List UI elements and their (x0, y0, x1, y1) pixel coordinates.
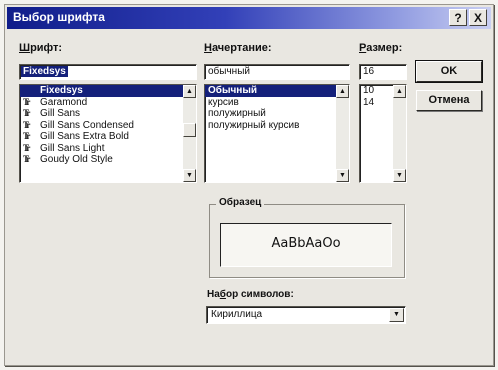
list-item-label: Garamond (40, 96, 88, 108)
title-bar[interactable]: Выбор шрифта ? X (7, 7, 491, 29)
font-dialog: Выбор шрифта ? X Шрифт: Начертание: Разм… (4, 4, 494, 366)
scroll-up-icon[interactable]: ▲ (183, 85, 196, 98)
truetype-icon: Tr (23, 142, 30, 153)
list-item[interactable]: Обычный (205, 85, 349, 97)
sample-text: AaBbAaOo (271, 236, 341, 251)
font-name-field[interactable]: Fixedsys (19, 64, 197, 80)
list-item[interactable]: Tr Gill Sans Extra Bold (20, 131, 196, 143)
font-label: Шрифт: (19, 42, 63, 54)
style-list[interactable]: Обычный курсив полужирный полужирный курсив… (204, 84, 350, 183)
font-list-scrollbar[interactable]: ▲ ▼ (183, 85, 196, 182)
scroll-down-icon[interactable]: ▼ (393, 169, 406, 182)
size-list-scrollbar[interactable]: ▲ ▼ (393, 85, 406, 182)
style-field[interactable]: обычный (204, 64, 350, 80)
sample-group: Образец AaBbAaOo (209, 197, 405, 278)
scroll-thumb[interactable] (183, 123, 196, 137)
chevron-down-icon[interactable]: ▼ (389, 308, 404, 322)
help-button[interactable]: ? (449, 9, 467, 26)
list-item[interactable]: Tr Goudy Old Style (20, 154, 196, 166)
list-item-label: 10 (363, 85, 375, 96)
list-item-label: Gill Sans Condensed (40, 119, 134, 131)
truetype-icon: Tr (23, 119, 30, 130)
charset-select[interactable]: Кириллица ▼ (206, 306, 406, 324)
list-item-label: полужирный (208, 108, 266, 119)
style-list-scrollbar[interactable]: ▲ ▼ (336, 85, 349, 182)
window-title: Выбор шрифта (13, 10, 105, 24)
scroll-down-icon[interactable]: ▼ (183, 169, 196, 182)
list-item[interactable]: Tr Gill Sans (20, 108, 196, 120)
size-field[interactable]: 16 (359, 64, 407, 80)
list-item[interactable]: Tr Gill Sans Light (20, 143, 196, 155)
scroll-up-icon[interactable]: ▲ (336, 85, 349, 98)
list-item[interactable]: Tr Gill Sans Condensed (20, 120, 196, 132)
truetype-icon: Tr (23, 131, 30, 141)
sample-preview: AaBbAaOo (220, 223, 392, 267)
sample-group-label: Образец (216, 197, 265, 208)
truetype-icon: Tr (23, 108, 30, 118)
list-item[interactable]: Fixedsys (20, 85, 196, 97)
cancel-button[interactable]: Отмена (416, 90, 482, 111)
charset-value: Кириллица (211, 309, 263, 320)
list-item-label: полужирный курсив (208, 119, 300, 131)
list-item[interactable]: курсив (205, 97, 349, 109)
truetype-icon: Tr (23, 154, 30, 164)
list-item-label: Gill Sans (40, 108, 81, 119)
list-item-label: 14 (363, 96, 375, 108)
list-item-label: Goudy Old Style (40, 154, 113, 165)
list-item[interactable]: Tr Garamond (20, 97, 196, 109)
list-item[interactable]: полужирный (205, 108, 349, 120)
font-list[interactable]: Fixedsys Tr Garamond Tr Gill Sans Tr Gill Sans… (19, 84, 197, 183)
truetype-icon: Tr (23, 96, 30, 107)
list-item-label: Fixedsys (40, 85, 83, 96)
scroll-down-icon[interactable]: ▼ (336, 169, 349, 182)
scroll-up-icon[interactable]: ▲ (393, 85, 406, 98)
close-button[interactable]: X (469, 9, 487, 26)
size-list[interactable]: 10 14 ▲ ▼ (359, 84, 407, 183)
list-item-label: Gill Sans Light (40, 142, 105, 154)
style-label: Начертание: (204, 42, 272, 54)
charset-label: Набор символов: (207, 289, 294, 300)
list-item-label: курсив (208, 96, 239, 108)
size-label: Размер: (359, 42, 403, 54)
ok-button[interactable]: OK (415, 60, 483, 83)
list-item-label: Обычный (208, 85, 258, 96)
list-item-label: Gill Sans Extra Bold (40, 131, 129, 142)
list-item[interactable]: полужирный курсив (205, 120, 349, 132)
